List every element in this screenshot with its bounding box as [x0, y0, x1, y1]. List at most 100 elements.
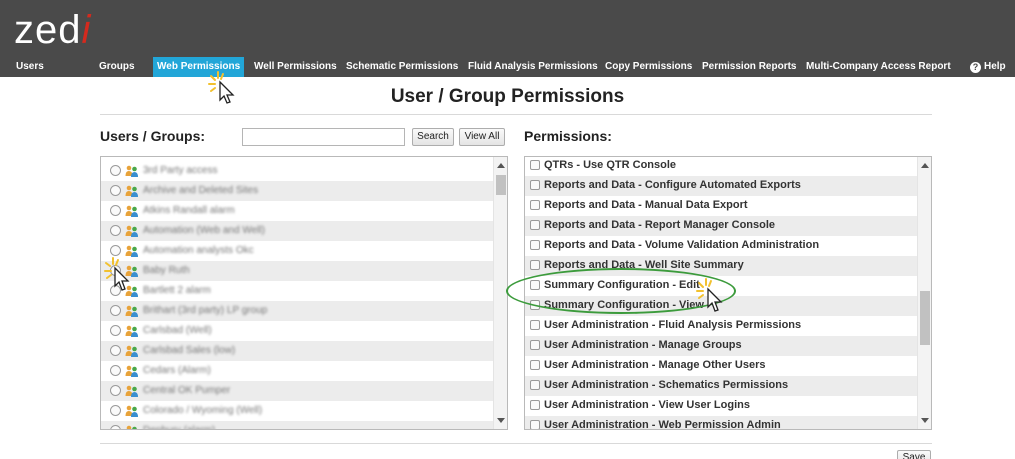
- permission-row[interactable]: User Administration - Schematics Permiss…: [525, 376, 919, 396]
- radio-button[interactable]: [110, 225, 121, 236]
- permission-row[interactable]: QTRs - Use QTR Console: [525, 157, 919, 176]
- save-button[interactable]: Save: [897, 450, 931, 459]
- permission-row[interactable]: User Administration - Web Permission Adm…: [525, 416, 919, 429]
- permission-label: Reports and Data - Report Manager Consol…: [544, 219, 776, 231]
- list-item-label: Denbury (alarm): [143, 425, 215, 429]
- view-all-button[interactable]: View All: [459, 128, 505, 146]
- permission-checkbox[interactable]: [530, 340, 540, 350]
- list-item[interactable]: 3rd Party access: [101, 161, 495, 181]
- list-item-label: Cedars (Alarm): [143, 365, 211, 376]
- users-groups-heading: Users / Groups:: [100, 128, 206, 144]
- users-groups-list[interactable]: 3rd Party access Archive and Deleted Site…: [100, 156, 508, 430]
- nav-permission-reports[interactable]: Permission Reports: [702, 57, 796, 77]
- radio-button[interactable]: [110, 325, 121, 336]
- permission-checkbox[interactable]: [530, 360, 540, 370]
- list-item[interactable]: Automation analysts Okc: [101, 241, 495, 261]
- permissions-list-scroll-thumb[interactable]: [920, 291, 930, 345]
- list-item[interactable]: Denbury (alarm): [101, 421, 495, 429]
- nav-help[interactable]: ? Help: [970, 57, 1006, 77]
- users-list-scroll-thumb[interactable]: [496, 175, 506, 195]
- permissions-heading: Permissions:: [524, 128, 612, 144]
- scroll-down-arrow-icon[interactable]: [497, 418, 505, 423]
- radio-button[interactable]: [110, 405, 121, 416]
- permission-checkbox[interactable]: [530, 420, 540, 429]
- permission-row[interactable]: Reports and Data - Manual Data Export: [525, 196, 919, 216]
- permission-checkbox[interactable]: [530, 400, 540, 410]
- search-button[interactable]: Search: [412, 128, 454, 146]
- radio-button[interactable]: [110, 165, 121, 176]
- scroll-up-arrow-icon[interactable]: [921, 163, 929, 168]
- mouse-cursor-icon: [104, 257, 130, 291]
- user-group-icon: [125, 225, 138, 237]
- permission-label: User Administration - Manage Other Users: [544, 359, 766, 371]
- permission-label: User Administration - Schematics Permiss…: [544, 379, 789, 391]
- user-group-icon: [126, 425, 137, 429]
- radio-button[interactable]: [110, 305, 121, 316]
- logo-text: zed: [14, 8, 82, 52]
- help-icon: ?: [970, 62, 981, 73]
- nav-users[interactable]: Users: [16, 57, 44, 77]
- list-item-label: Automation (Web and Well): [143, 225, 265, 236]
- app-header: zedi Users Groups Web Permissions Well P…: [0, 0, 1015, 77]
- users-list-scrollbar[interactable]: [493, 157, 507, 429]
- list-item[interactable]: Atkins Randall alarm: [101, 201, 495, 221]
- title-divider: [100, 114, 932, 115]
- permission-row[interactable]: User Administration - View User Logins: [525, 396, 919, 416]
- nav-multi-company-access-report[interactable]: Multi-Company Access Report: [806, 57, 951, 77]
- list-item-label: Carlsbad (Well): [143, 325, 212, 336]
- radio-button[interactable]: [110, 365, 121, 376]
- list-item[interactable]: Central OK Pumper: [101, 381, 495, 401]
- scroll-down-arrow-icon[interactable]: [921, 418, 929, 423]
- permission-label: Reports and Data - Volume Validation Adm…: [544, 239, 820, 251]
- permission-row[interactable]: User Administration - Manage Other Users: [525, 356, 919, 376]
- list-item[interactable]: Archive and Deleted Sites: [101, 181, 495, 201]
- users-search-input[interactable]: [242, 128, 405, 146]
- footer-divider: [100, 443, 932, 444]
- list-item[interactable]: Carlsbad Sales (low): [101, 341, 495, 361]
- user-group-icon: [125, 385, 138, 397]
- list-item-label: Brithart (3rd party) LP group: [143, 305, 268, 316]
- logo-accent-text: i: [81, 8, 92, 52]
- user-group-icon: [125, 345, 138, 357]
- list-item[interactable]: Cedars (Alarm): [101, 361, 495, 381]
- user-group-icon: [125, 325, 138, 337]
- permission-row[interactable]: User Administration - Manage Groups: [525, 336, 919, 356]
- radio-button[interactable]: [110, 185, 121, 196]
- list-item[interactable]: Carlsbad (Well): [101, 321, 495, 341]
- radio-button[interactable]: [110, 345, 121, 356]
- permission-label: User Administration - View User Logins: [544, 399, 750, 411]
- permission-checkbox[interactable]: [530, 240, 540, 250]
- permission-checkbox[interactable]: [530, 220, 540, 230]
- permission-checkbox[interactable]: [530, 200, 540, 210]
- nav-groups[interactable]: Groups: [99, 57, 135, 77]
- permission-row[interactable]: Reports and Data - Report Manager Consol…: [525, 216, 919, 236]
- permissions-list-scrollbar[interactable]: [917, 157, 931, 429]
- permission-label: Reports and Data - Manual Data Export: [544, 199, 748, 211]
- permission-label: QTRs - Use QTR Console: [544, 159, 677, 171]
- radio-button[interactable]: [110, 205, 121, 216]
- radio-button[interactable]: [110, 385, 121, 396]
- permission-row[interactable]: Reports and Data - Configure Automated E…: [525, 176, 919, 196]
- permission-checkbox[interactable]: [530, 380, 540, 390]
- permission-row[interactable]: Reports and Data - Volume Validation Adm…: [525, 236, 919, 256]
- list-item-label: Colorado / Wyoming (Well): [143, 405, 263, 416]
- nav-copy-permissions[interactable]: Copy Permissions: [605, 57, 692, 77]
- list-item[interactable]: Colorado / Wyoming (Well): [101, 401, 495, 421]
- scroll-up-arrow-icon[interactable]: [497, 163, 505, 168]
- permission-checkbox[interactable]: [530, 320, 540, 330]
- list-item[interactable]: Baby Ruth: [101, 261, 495, 281]
- radio-button[interactable]: [110, 425, 121, 429]
- permission-checkbox[interactable]: [530, 160, 540, 170]
- permission-row[interactable]: User Administration - Fluid Analysis Per…: [525, 316, 919, 336]
- list-item[interactable]: Bartlett 2 alarm: [101, 281, 495, 301]
- permission-label: User Administration - Fluid Analysis Per…: [544, 319, 802, 331]
- list-item-label: Automation analysts Okc: [143, 245, 254, 256]
- list-item[interactable]: Brithart (3rd party) LP group: [101, 301, 495, 321]
- permission-checkbox[interactable]: [530, 260, 540, 270]
- nav-schematic-permissions[interactable]: Schematic Permissions: [346, 57, 458, 77]
- nav-fluid-analysis-permissions[interactable]: Fluid Analysis Permissions: [468, 57, 598, 77]
- list-item[interactable]: Automation (Web and Well): [101, 221, 495, 241]
- nav-well-permissions[interactable]: Well Permissions: [254, 57, 337, 77]
- zedi-logo[interactable]: zedi: [14, 8, 91, 52]
- permission-checkbox[interactable]: [530, 180, 540, 190]
